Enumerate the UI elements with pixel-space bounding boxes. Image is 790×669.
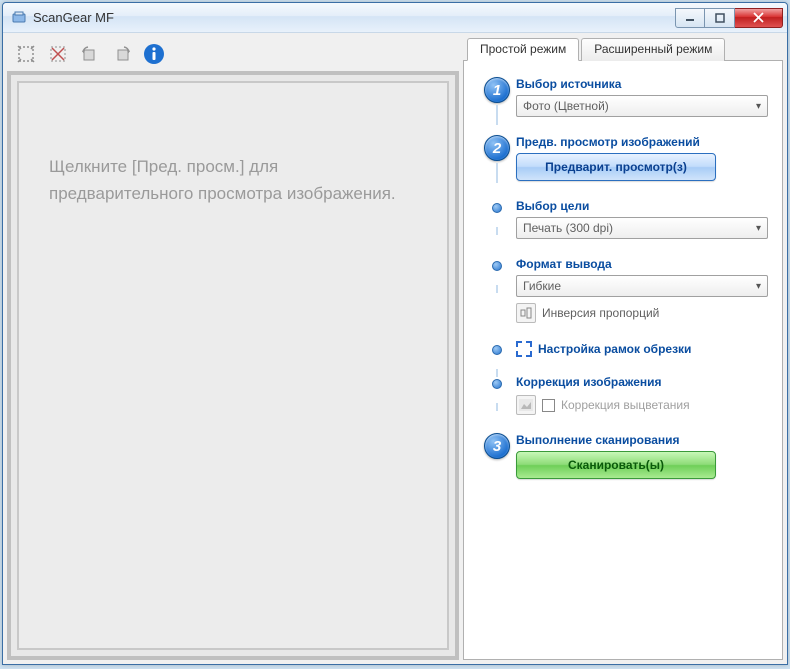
step3-title: Выполнение сканирования — [516, 433, 768, 447]
crop-title[interactable]: Настройка рамок обрезки — [538, 342, 691, 356]
step-number-2-icon: 2 — [484, 135, 510, 161]
step-3: 3 Выполнение сканирования Сканировать(ы) — [478, 433, 768, 479]
left-pane: Щелкните [Пред. просм.] для предваритель… — [7, 37, 459, 660]
step-correction: Коррекция изображения Коррекция выцветан… — [478, 375, 768, 415]
close-button[interactable] — [735, 8, 783, 28]
window-controls — [675, 8, 783, 28]
app-window: ScanGear MF — [2, 2, 788, 665]
scan-button[interactable]: Сканировать(ы) — [516, 451, 716, 479]
maximize-button[interactable] — [705, 8, 735, 28]
preview-button-label: Предварит. просмотр(з) — [545, 160, 687, 174]
preview-button[interactable]: Предварит. просмотр(з) — [516, 153, 716, 181]
fade-correction-label: Коррекция выцветания — [561, 398, 690, 412]
source-dropdown[interactable]: Фото (Цветной) — [516, 95, 768, 117]
step-target: Выбор цели Печать (300 dpi) — [478, 199, 768, 239]
app-icon — [11, 10, 27, 26]
step1-title: Выбор источника — [516, 77, 768, 91]
tab-advanced-mode[interactable]: Расширенный режим — [581, 38, 725, 61]
step-output: Формат вывода Гибкие Инверсия пропорций — [478, 257, 768, 323]
step-2: 2 Предв. просмотр изображений Предварит.… — [478, 135, 768, 181]
step-crop: Настройка рамок обрезки — [478, 341, 768, 357]
invert-aspect-button[interactable] — [516, 303, 536, 323]
output-title: Формат вывода — [516, 257, 768, 271]
step-dot-icon — [492, 261, 502, 271]
invert-aspect-label: Инверсия пропорций — [542, 306, 659, 320]
tab-bar: Простой режим Расширенный режим — [463, 37, 783, 61]
scan-button-label: Сканировать(ы) — [568, 458, 664, 472]
tab-simple-mode[interactable]: Простой режим — [467, 38, 579, 61]
step-dot-icon — [492, 345, 502, 355]
crop-clear-button[interactable] — [43, 39, 73, 69]
crop-auto-button[interactable] — [11, 39, 41, 69]
step-dot-icon — [492, 203, 502, 213]
source-dropdown-value: Фото (Цветной) — [523, 99, 609, 113]
content-area: Щелкните [Пред. просм.] для предваритель… — [3, 33, 787, 664]
step-1: 1 Выбор источника Фото (Цветной) — [478, 77, 768, 117]
correction-preview-icon — [516, 395, 536, 415]
preview-area[interactable]: Щелкните [Пред. просм.] для предваритель… — [17, 81, 449, 650]
toolbar — [7, 37, 459, 71]
preview-frame: Щелкните [Пред. просм.] для предваритель… — [7, 71, 459, 660]
output-dropdown-value: Гибкие — [523, 279, 561, 293]
titlebar: ScanGear MF — [3, 3, 787, 33]
right-pane: Простой режим Расширенный режим 1 Выбор … — [463, 37, 783, 660]
rotate-right-button[interactable] — [107, 39, 137, 69]
step-dot-icon — [492, 379, 502, 389]
simple-mode-panel: 1 Выбор источника Фото (Цветной) 2 Предв… — [463, 61, 783, 660]
target-dropdown[interactable]: Печать (300 dpi) — [516, 217, 768, 239]
window-title: ScanGear MF — [33, 10, 114, 25]
fade-correction-checkbox[interactable] — [542, 399, 555, 412]
target-dropdown-value: Печать (300 dpi) — [523, 221, 613, 235]
correction-title: Коррекция изображения — [516, 375, 768, 389]
info-button[interactable] — [139, 39, 169, 69]
crop-frame-icon — [516, 341, 532, 357]
step-number-3-icon: 3 — [484, 433, 510, 459]
minimize-button[interactable] — [675, 8, 705, 28]
step-number-1-icon: 1 — [484, 77, 510, 103]
rotate-left-button[interactable] — [75, 39, 105, 69]
output-dropdown[interactable]: Гибкие — [516, 275, 768, 297]
preview-placeholder: Щелкните [Пред. просм.] для предваритель… — [49, 153, 417, 207]
step2-title: Предв. просмотр изображений — [516, 135, 768, 149]
target-title: Выбор цели — [516, 199, 768, 213]
